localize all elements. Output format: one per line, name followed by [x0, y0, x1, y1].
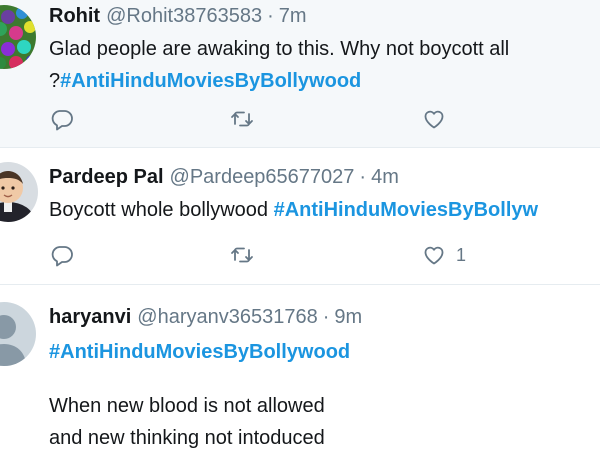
tweet[interactable]: Pardeep Pal @Pardeep65677027 · 4m Boycott w…: [0, 148, 600, 285]
tweet-text-line: ?#AntiHinduMoviesByBollywood: [49, 65, 600, 97]
avatar[interactable]: [0, 5, 36, 69]
heart-icon: [424, 110, 444, 129]
timestamp[interactable]: 7m: [279, 5, 307, 27]
avatar[interactable]: [0, 162, 38, 222]
avatar[interactable]: [0, 302, 36, 366]
avatar-image: [0, 5, 36, 69]
tweet-content: Rohit @Rohit38763583 · 7m Glad people are a…: [49, 3, 600, 97]
tweet-text-line: Glad people are awaking to this. Why not…: [49, 38, 510, 60]
tweet-text: Glad people are awaking to this. Why not…: [49, 33, 600, 97]
reply-button[interactable]: [50, 106, 74, 132]
timestamp[interactable]: 9m: [334, 306, 362, 328]
tweet-header: Pardeep Pal @Pardeep65677027 · 4m: [49, 164, 600, 190]
separator-dot: ·: [322, 306, 330, 328]
reply-icon: [51, 110, 73, 131]
tweet-content: haryanvi @haryanv36531768 · 9m #AntiHinduMo…: [49, 304, 600, 450]
display-name[interactable]: haryanvi: [49, 306, 131, 328]
timestamp[interactable]: 4m: [371, 166, 399, 188]
default-avatar-icon: [0, 302, 36, 366]
heart-icon: [424, 246, 444, 265]
hashtag-link[interactable]: #AntiHinduMoviesByBollywood: [49, 336, 600, 368]
tweet-text: #AntiHinduMoviesByBollywood When new blo…: [49, 336, 600, 450]
display-name[interactable]: Rohit: [49, 5, 100, 27]
tweet-content: Pardeep Pal @Pardeep65677027 · 4m Boycott w…: [49, 164, 600, 226]
reply-button[interactable]: [50, 242, 74, 268]
like-button[interactable]: [422, 106, 456, 132]
retweet-button[interactable]: [230, 242, 254, 268]
user-handle[interactable]: @Rohit38763583: [106, 5, 262, 27]
tweet-text-line: and new thinking not intoduced: [49, 427, 325, 449]
text-fragment: ?: [49, 70, 61, 92]
hashtag-link[interactable]: #AntiHinduMoviesByBollyw: [274, 199, 538, 221]
tweet[interactable]: haryanvi @haryanv36531768 · 9m #AntiHinduMo…: [0, 285, 600, 450]
retweet-button[interactable]: [230, 106, 254, 132]
reply-icon: [51, 246, 73, 267]
tweet-feed: Rohit @Rohit38763583 · 7m Glad people are a…: [0, 0, 600, 450]
hashtag-link[interactable]: #AntiHinduMoviesByBollywood: [60, 70, 361, 92]
tweet-text-line: When new blood is not allowed: [49, 395, 325, 417]
user-handle[interactable]: @haryanv36531768: [137, 306, 317, 328]
like-button[interactable]: 1: [422, 242, 466, 268]
retweet-icon: [231, 247, 253, 263]
separator-dot: ·: [267, 5, 274, 27]
text-fragment: Boycott whole bollywood: [49, 199, 274, 221]
tweet-header: Rohit @Rohit38763583 · 7m: [49, 3, 600, 29]
retweet-icon: [231, 111, 253, 127]
tweet-text: Boycott whole bollywood #AntiHinduMovies…: [49, 194, 600, 226]
tweet[interactable]: Rohit @Rohit38763583 · 7m Glad people are a…: [0, 0, 600, 148]
tweet-header: haryanvi @haryanv36531768 · 9m: [49, 304, 600, 330]
display-name[interactable]: Pardeep Pal: [49, 166, 164, 188]
like-count: 1: [456, 244, 467, 265]
avatar-image: [0, 162, 38, 222]
separator-dot: ·: [359, 166, 367, 188]
user-handle[interactable]: @Pardeep65677027: [170, 166, 355, 188]
